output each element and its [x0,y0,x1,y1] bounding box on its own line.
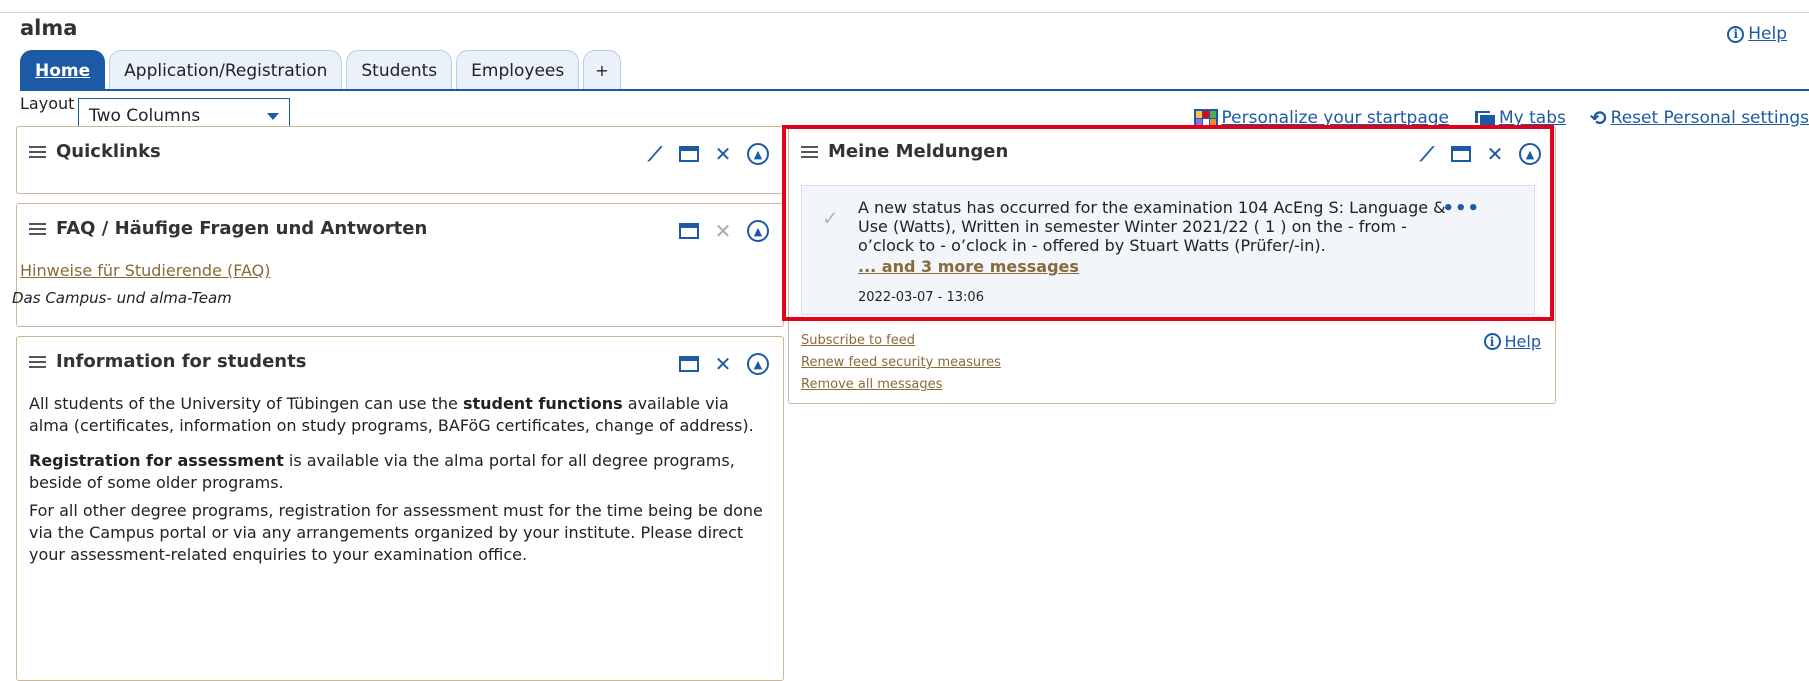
faq-controls: ✕ ▲ [679,220,769,242]
layout-label: Layout [20,94,75,113]
faq-link[interactable]: Hinweise für Studierende (FAQ) [20,261,270,280]
reset-icon: ⟲ [1589,106,1607,130]
maximize-window-icon[interactable] [679,146,699,162]
information-body: All students of the University of Tübing… [29,393,769,579]
close-icon[interactable]: ✕ [711,354,735,374]
subscribe-feed-link[interactable]: Subscribe to feed [801,330,1001,352]
faq-title[interactable]: FAQ / Häufige Fragen und Antworten [29,218,427,239]
faq-title-text: FAQ / Häufige Fragen und Antworten [56,218,428,239]
maximize-window-icon[interactable] [679,223,699,239]
messages-help-label[interactable]: Help [1505,332,1541,351]
collapse-up-icon[interactable]: ▲ [747,353,769,375]
add-tab-button[interactable]: + [583,50,621,90]
drag-handle-icon[interactable] [29,220,46,238]
information-title[interactable]: Information for students [29,351,306,372]
tab-application-registration[interactable]: Application/Registration [109,50,343,90]
renew-feed-security-link[interactable]: Renew feed security measures [801,352,1001,374]
tab-employees[interactable]: Employees [456,50,580,90]
reset-label[interactable]: Reset Personal settings [1611,108,1809,128]
help-label[interactable]: Help [1748,24,1787,44]
tab-underline [20,89,1809,91]
messages-help-link[interactable]: i Help [1483,332,1541,351]
drag-handle-icon[interactable] [29,143,46,161]
info-icon: i [1483,333,1501,350]
layout-selected-value: Two Columns [89,106,201,126]
top-divider [0,0,1809,13]
quicklinks-title-text: Quicklinks [56,141,161,162]
chevron-down-icon [267,112,279,120]
collapse-up-icon[interactable]: ▲ [747,143,769,165]
information-panel: Information for students ✕ ▲ All student… [16,336,784,681]
drag-handle-icon[interactable] [29,353,46,371]
information-controls: ✕ ▲ [679,353,769,375]
close-icon[interactable]: ✕ [711,144,735,164]
faq-team-text: Das Campus- und alma-Team [12,289,232,307]
maximize-window-icon[interactable] [679,356,699,372]
edit-pencil-icon[interactable]: ⟋ [643,144,667,164]
tab-students[interactable]: Students [346,50,453,90]
quicklinks-panel: Quicklinks ⟋ ✕ ▲ [16,126,784,194]
collapse-up-icon[interactable]: ▲ [747,220,769,242]
tab-home[interactable]: Home [20,50,106,90]
reset-settings-link[interactable]: ⟲ Reset Personal settings [1590,106,1809,130]
info-paragraph-2: Registration for assessment is available… [29,451,735,492]
highlight-box [782,125,1554,321]
app-title: alma [20,16,78,40]
info-paragraph-1: All students of the University of Tübing… [29,394,754,435]
information-title-text: Information for students [56,351,307,372]
tab-bar: Home Application/Registration Students E… [20,50,621,90]
close-icon: ✕ [714,219,732,243]
info-paragraph-3: For all other degree programs, registrat… [29,501,763,564]
feed-links: Subscribe to feed Renew feed security me… [801,330,1001,396]
help-link[interactable]: i Help [1727,24,1787,44]
quicklinks-title[interactable]: Quicklinks [29,141,161,162]
remove-all-messages-link[interactable]: Remove all messages [801,374,1001,396]
info-icon: i [1727,25,1745,43]
quicklinks-controls: ⟋ ✕ ▲ [643,143,769,165]
